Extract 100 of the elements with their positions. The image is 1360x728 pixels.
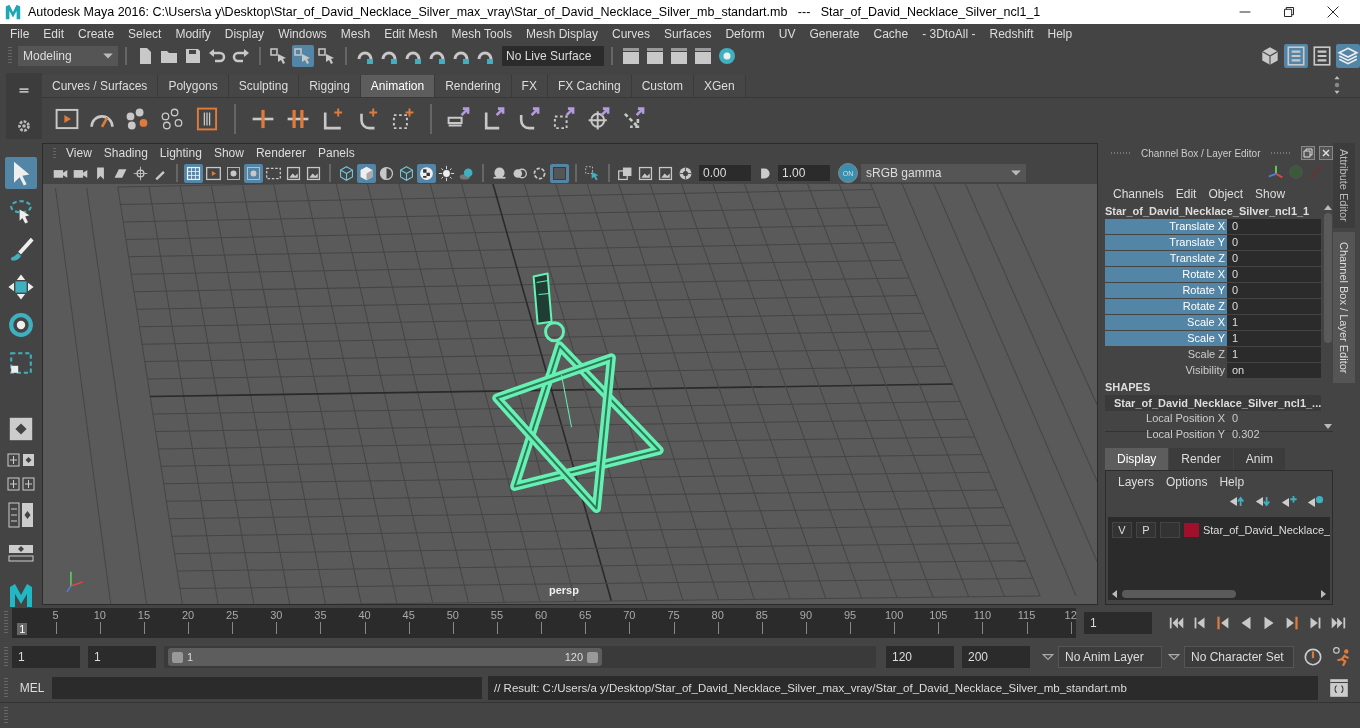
- channel-value[interactable]: 0: [1227, 267, 1322, 282]
- settings-icon[interactable]: [15, 117, 33, 135]
- clapboard-icon[interactable]: [620, 45, 642, 67]
- close-icon[interactable]: [1318, 146, 1333, 160]
- channel-label[interactable]: Rotate Z: [1105, 299, 1227, 314]
- link-icon[interactable]: [551, 105, 577, 132]
- command-input[interactable]: [52, 677, 482, 699]
- channel-label[interactable]: Local Position X: [1105, 411, 1227, 426]
- menu-item[interactable]: Object: [1202, 187, 1250, 201]
- menu-item[interactable]: Mesh Display: [519, 26, 606, 41]
- cube-icon[interactable]: [357, 163, 376, 183]
- float-icon[interactable]: [1300, 146, 1315, 160]
- menu-item[interactable]: Help: [1040, 26, 1080, 41]
- shelf-tab[interactable]: Animation: [360, 75, 436, 97]
- scrollbar-thumb[interactable]: [1122, 590, 1236, 598]
- menu-item[interactable]: Create: [71, 26, 122, 41]
- clapboard-icon[interactable]: [668, 45, 690, 67]
- menu-item[interactable]: Cache: [866, 26, 916, 41]
- channel-value[interactable]: on: [1227, 363, 1322, 378]
- start-frame-field[interactable]: 1: [12, 646, 80, 668]
- layer-tab[interactable]: Render: [1169, 448, 1233, 470]
- menu-item[interactable]: Panels: [311, 146, 361, 160]
- command-language-label[interactable]: MEL: [12, 681, 52, 695]
- channel-label[interactable]: Rotate X: [1105, 267, 1227, 282]
- menu-item[interactable]: Mesh Tools: [444, 26, 519, 41]
- menu-item[interactable]: Edit: [36, 26, 72, 41]
- menu-item[interactable]: View: [60, 146, 98, 160]
- new-layer-icon[interactable]: [1280, 494, 1298, 508]
- scrollbar-thumb[interactable]: [1324, 213, 1333, 343]
- menu-item[interactable]: - 3DtoAll -: [915, 26, 983, 41]
- menu-item[interactable]: Edit: [1169, 187, 1203, 201]
- channel-value[interactable]: 0: [1227, 219, 1322, 234]
- time-slider[interactable]: 5 10 15 20 25 30 35 40 45 50 55 60 65 70 75 80 85 90 95 100 105 110 115 12 1: [12, 608, 1076, 638]
- channel-value[interactable]: 0: [1227, 411, 1322, 426]
- light-icon[interactable]: [437, 163, 456, 183]
- caret-icon[interactable]: [1168, 651, 1180, 663]
- menu-item[interactable]: Options: [1160, 475, 1214, 489]
- menu-item[interactable]: Select: [121, 26, 169, 41]
- list-icon[interactable]: [1310, 44, 1334, 68]
- side-tab[interactable]: Attribute Editor: [1333, 143, 1355, 228]
- layer-tab[interactable]: Anim: [1233, 448, 1286, 470]
- layer-tab[interactable]: Display: [1105, 448, 1169, 470]
- channel-label[interactable]: Scale X: [1105, 315, 1227, 330]
- channel-label[interactable]: Local Position Y: [1105, 427, 1227, 442]
- menu-item[interactable]: UV: [771, 26, 803, 41]
- layout-icon[interactable]: [5, 475, 37, 493]
- character-set-dropdown[interactable]: No Character Set: [1184, 646, 1294, 668]
- channel-value[interactable]: 0: [1227, 283, 1322, 298]
- axis-icon[interactable]: [1267, 163, 1285, 181]
- menu-item[interactable]: Show: [1249, 187, 1292, 201]
- shape-name[interactable]: Star_of_David_Necklace_Silver_ncl1_...: [1105, 395, 1322, 411]
- sphere-icon[interactable]: [716, 45, 738, 67]
- visibility-toggle[interactable]: V: [1112, 522, 1132, 538]
- key-icon[interactable]: [194, 105, 220, 132]
- menu-item[interactable]: Curves: [605, 26, 658, 41]
- exposure-field[interactable]: 0.00: [699, 165, 751, 181]
- cube-icon[interactable]: [397, 163, 416, 183]
- end-frame-field[interactable]: 200: [962, 646, 1030, 668]
- clapboard-icon[interactable]: [692, 45, 714, 67]
- menu-item[interactable]: Channels: [1107, 187, 1170, 201]
- channel-label[interactable]: Scale Z: [1105, 347, 1227, 362]
- menu-item[interactable]: Help: [1213, 475, 1251, 489]
- channel-label[interactable]: Translate Z: [1105, 251, 1227, 266]
- menu-item[interactable]: Generate: [802, 26, 867, 41]
- playback-end-field[interactable]: 120: [886, 646, 954, 668]
- channel-label[interactable]: Visibility: [1105, 363, 1227, 378]
- side-tab[interactable]: Channel Box / Layer Editor: [1333, 231, 1355, 384]
- menu-item[interactable]: Redshift: [982, 26, 1041, 41]
- menu-item[interactable]: Renderer: [249, 146, 312, 160]
- channel-value[interactable]: 1: [1227, 331, 1322, 346]
- current-frame-field[interactable]: 1: [1084, 612, 1152, 634]
- cube-icon[interactable]: [337, 163, 356, 183]
- scroll-right-icon[interactable]: [1320, 589, 1328, 599]
- display-type-toggle[interactable]: [1159, 522, 1180, 538]
- anim-layer-dropdown[interactable]: No Anim Layer: [1058, 646, 1162, 668]
- menu-item[interactable]: Deform: [718, 26, 772, 41]
- layout-icon[interactable]: [5, 451, 37, 469]
- menu-item[interactable]: Modify: [168, 26, 218, 41]
- layer-down-icon[interactable]: [1254, 494, 1272, 508]
- scroll-down-icon[interactable]: [1323, 423, 1334, 431]
- menu-item[interactable]: Shading: [97, 146, 154, 160]
- new-layer-icon[interactable]: [1306, 494, 1324, 508]
- menu-item[interactable]: Edit Mesh: [377, 26, 445, 41]
- menu-item[interactable]: Mesh: [333, 26, 378, 41]
- menu-item[interactable]: Surfaces: [657, 26, 719, 41]
- playback-toggle[interactable]: P: [1136, 522, 1156, 538]
- menu-item[interactable]: Windows: [271, 26, 334, 41]
- playback-start-field[interactable]: 1: [88, 646, 156, 668]
- menu-item[interactable]: File: [3, 26, 37, 41]
- gamma-field[interactable]: 1.00: [778, 165, 830, 181]
- channel-value[interactable]: 0: [1227, 251, 1322, 266]
- square-icon[interactable]: [550, 163, 569, 183]
- menu-item[interactable]: Display: [217, 26, 272, 41]
- menu-item[interactable]: Layers: [1112, 475, 1161, 489]
- clock-icon[interactable]: [1302, 646, 1324, 668]
- live-surface-field[interactable]: No Live Surface: [502, 46, 604, 66]
- layers-icon[interactable]: [1336, 44, 1360, 68]
- object-name[interactable]: Star_of_David_Necklace_Silver_ncl1_1: [1105, 203, 1322, 219]
- channel-value[interactable]: 1: [1227, 347, 1322, 362]
- channel-label[interactable]: Translate Y: [1105, 235, 1227, 250]
